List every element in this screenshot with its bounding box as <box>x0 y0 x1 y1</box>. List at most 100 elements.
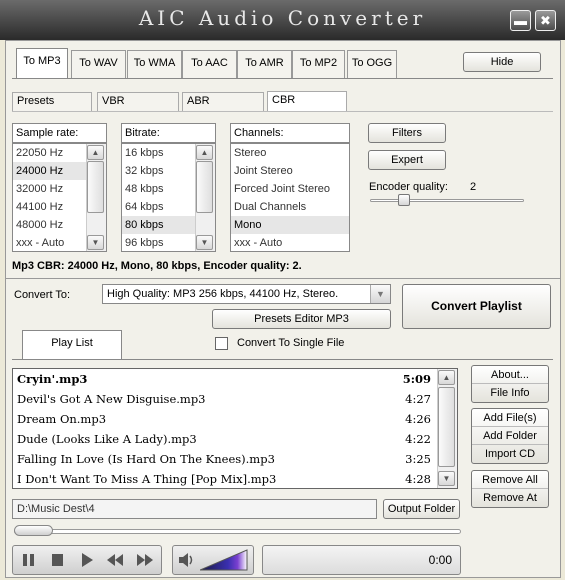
list-item-selected[interactable]: Mono <box>231 216 349 234</box>
list-item[interactable]: Joint Stereo <box>231 162 349 180</box>
encoder-quality-value: 2 <box>470 181 477 193</box>
list-item[interactable]: Stereo <box>231 144 349 162</box>
list-item[interactable]: Falling In Love (Is Hard On The Knees).m… <box>13 449 437 469</box>
output-path-field[interactable]: D:\Music Dest\4 <box>12 499 377 519</box>
filters-button[interactable]: Filters <box>368 123 446 143</box>
fast-forward-icon <box>137 554 153 566</box>
tab-to-aac[interactable]: To AAC <box>182 50 237 78</box>
track-name: Falling In Love (Is Hard On The Knees).m… <box>17 452 275 466</box>
window-title: AIC Audio Converter <box>138 6 427 30</box>
scroll-down-arrow-icon[interactable]: ▼ <box>196 235 213 250</box>
mode-divider <box>12 111 553 112</box>
encoder-quality-track <box>370 199 524 202</box>
info-button-group: About... File Info <box>471 365 549 403</box>
seek-slider[interactable] <box>14 525 53 536</box>
tab-to-mp3[interactable]: To MP3 <box>16 48 68 78</box>
pause-icon <box>23 554 34 566</box>
track-duration: 4:28 <box>405 472 431 486</box>
scroll-down-arrow-icon[interactable]: ▼ <box>438 471 455 486</box>
file-info-button[interactable]: File Info <box>472 384 548 402</box>
list-item[interactable]: Dual Channels <box>231 198 349 216</box>
track-duration: 4:26 <box>405 412 431 426</box>
channels-header: Channels: <box>230 123 350 143</box>
tab-to-mp2[interactable]: To MP2 <box>292 50 345 78</box>
output-folder-button[interactable]: Output Folder <box>383 499 460 519</box>
playlist-divider <box>12 359 553 360</box>
convert-to-label: Convert To: <box>14 289 71 301</box>
sample-rate-header: Sample rate: <box>12 123 107 143</box>
speaker-icon[interactable] <box>177 550 197 570</box>
pause-button[interactable] <box>15 548 42 572</box>
chevron-down-icon[interactable]: ▼ <box>370 285 390 303</box>
fast-forward-button[interactable] <box>131 548 158 572</box>
track-name: Dream On.mp3 <box>17 412 107 426</box>
close-icon: ✖ <box>540 13 551 28</box>
convert-playlist-button[interactable]: Convert Playlist <box>402 284 551 329</box>
section-divider <box>5 278 561 279</box>
list-item[interactable]: Dream On.mp3 4:26 <box>13 409 437 429</box>
tab-vbr[interactable]: VBR <box>97 92 179 111</box>
import-cd-button[interactable]: Import CD <box>472 445 548 463</box>
tab-to-amr[interactable]: To AMR <box>237 50 292 78</box>
tab-to-ogg[interactable]: To OGG <box>347 50 397 78</box>
list-item[interactable]: Cryin'.mp3 5:09 <box>13 369 437 389</box>
add-files-button[interactable]: Add File(s) <box>472 409 548 427</box>
track-name: Cryin'.mp3 <box>17 372 88 386</box>
tab-play-list[interactable]: Play List <box>22 330 122 360</box>
scroll-thumb[interactable] <box>87 161 104 213</box>
track-name: Dude (Looks Like A Lady).mp3 <box>17 432 197 446</box>
tab-presets[interactable]: Presets <box>12 92 92 111</box>
list-item[interactable]: I Don't Want To Miss A Thing [Pop Mix].m… <box>13 469 437 488</box>
list-item-selected[interactable]: 24000 Hz <box>13 162 86 180</box>
scroll-up-arrow-icon[interactable]: ▲ <box>87 145 104 160</box>
tab-to-wma[interactable]: To WMA <box>127 50 182 78</box>
rewind-button[interactable] <box>102 548 129 572</box>
remove-at-button[interactable]: Remove At <box>472 489 548 507</box>
playlist[interactable]: Cryin'.mp3 5:09 Devil's Got A New Disguis… <box>12 368 458 489</box>
encoder-quality-slider[interactable] <box>398 194 411 206</box>
single-file-label: Convert To Single File <box>237 337 345 349</box>
volume-slider[interactable] <box>199 549 248 571</box>
scroll-down-arrow-icon[interactable]: ▼ <box>87 235 104 250</box>
hide-button[interactable]: Hide <box>463 52 541 72</box>
tab-cbr[interactable]: CBR <box>267 91 347 111</box>
track-name: I Don't Want To Miss A Thing [Pop Mix].m… <box>17 472 277 486</box>
add-folder-button[interactable]: Add Folder <box>472 427 548 445</box>
stop-button[interactable] <box>44 548 71 572</box>
track-name: Devil's Got A New Disguise.mp3 <box>17 392 206 406</box>
settings-summary: Mp3 CBR: 24000 Hz, Mono, 80 kbps, Encode… <box>12 260 302 272</box>
presets-editor-button[interactable]: Presets Editor MP3 <box>212 309 391 329</box>
list-item[interactable]: xxx - Auto <box>231 234 349 251</box>
track-duration: 5:09 <box>402 372 431 386</box>
tab-abr[interactable]: ABR <box>182 92 264 111</box>
scroll-up-arrow-icon[interactable]: ▲ <box>196 145 213 160</box>
stop-icon <box>52 554 63 566</box>
time-display: 0:00 <box>428 553 452 567</box>
play-button[interactable] <box>73 548 100 572</box>
list-item[interactable]: Forced Joint Stereo <box>231 180 349 198</box>
seek-track <box>14 529 461 534</box>
track-duration: 4:27 <box>405 392 431 406</box>
close-button[interactable]: ✖ <box>535 10 556 31</box>
tab-divider <box>12 78 553 79</box>
minimize-icon: ▬ <box>514 13 527 28</box>
scroll-thumb[interactable] <box>438 387 455 467</box>
about-button[interactable]: About... <box>472 366 548 384</box>
scroll-up-arrow-icon[interactable]: ▲ <box>438 370 455 385</box>
channels-list[interactable]: Stereo Joint Stereo Forced Joint Stereo … <box>230 143 350 252</box>
remove-button-group: Remove All Remove At <box>471 470 549 508</box>
track-duration: 3:25 <box>405 452 431 466</box>
expert-button[interactable]: Expert <box>368 150 446 170</box>
rewind-icon <box>107 554 123 566</box>
encoder-quality-label: Encoder quality: <box>369 181 448 193</box>
remove-all-button[interactable]: Remove All <box>472 471 548 489</box>
list-item-selected[interactable]: 80 kbps <box>122 216 195 234</box>
list-item[interactable]: Devil's Got A New Disguise.mp3 4:27 <box>13 389 437 409</box>
single-file-checkbox[interactable] <box>215 337 228 350</box>
list-item[interactable]: Dude (Looks Like A Lady).mp3 4:22 <box>13 429 437 449</box>
convert-to-select[interactable]: High Quality: MP3 256 kbps, 44100 Hz, St… <box>102 284 391 304</box>
bitrate-header: Bitrate: <box>121 123 216 143</box>
minimize-button[interactable]: ▬ <box>510 10 531 31</box>
tab-to-wav[interactable]: To WAV <box>71 50 126 78</box>
scroll-thumb[interactable] <box>196 161 213 213</box>
